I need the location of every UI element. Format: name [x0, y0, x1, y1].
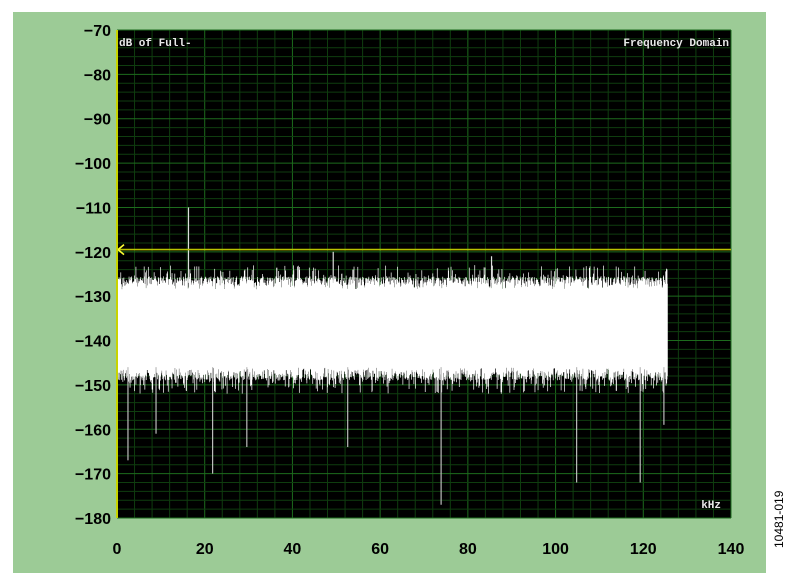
x-tick-labels: 0 20 40 60 80 100 120 140 — [113, 541, 745, 558]
y-tick-label: −140 — [75, 334, 111, 351]
y-tick-label: −90 — [84, 112, 111, 129]
y-tick-label: −70 — [84, 23, 111, 40]
y-unit-label: dB of Full- — [119, 38, 192, 50]
x-tick-label: 140 — [718, 541, 745, 558]
y-tick-label: −100 — [75, 156, 111, 173]
y-tick-label: −170 — [75, 467, 111, 484]
y-tick-label: −80 — [84, 67, 111, 84]
x-tick-label: 20 — [196, 541, 214, 558]
y-tick-label: −150 — [75, 378, 111, 395]
x-tick-label: 100 — [542, 541, 569, 558]
x-tick-label: 60 — [371, 541, 389, 558]
y-tick-label: −110 — [76, 200, 111, 217]
plot-area — [117, 30, 731, 518]
figure-id: 10481-019 — [772, 490, 786, 548]
noise-core — [117, 296, 668, 350]
panel-title: Frequency Domain — [623, 38, 729, 50]
y-tick-label: −180 — [75, 511, 111, 528]
y-tick-label: −120 — [75, 245, 111, 262]
x-tick-label: 120 — [630, 541, 657, 558]
x-tick-label: 40 — [284, 541, 302, 558]
y-tick-labels: −70 −80 −90 −100 −110 −120 −130 −140 −150 −160 −17… — [75, 23, 111, 528]
x-tick-label: 80 — [459, 541, 477, 558]
x-unit-label: kHz — [701, 500, 721, 512]
x-tick-label: 0 — [113, 541, 122, 558]
spectrum-chart: −70 −80 −90 −100 −110 −120 −130 −140 −150 −160 −17… — [75, 23, 745, 558]
chart-frame: −70 −80 −90 −100 −110 −120 −130 −140 −150 −160 −17… — [13, 12, 766, 573]
y-tick-label: −130 — [75, 289, 111, 306]
y-tick-label: −160 — [75, 422, 111, 439]
